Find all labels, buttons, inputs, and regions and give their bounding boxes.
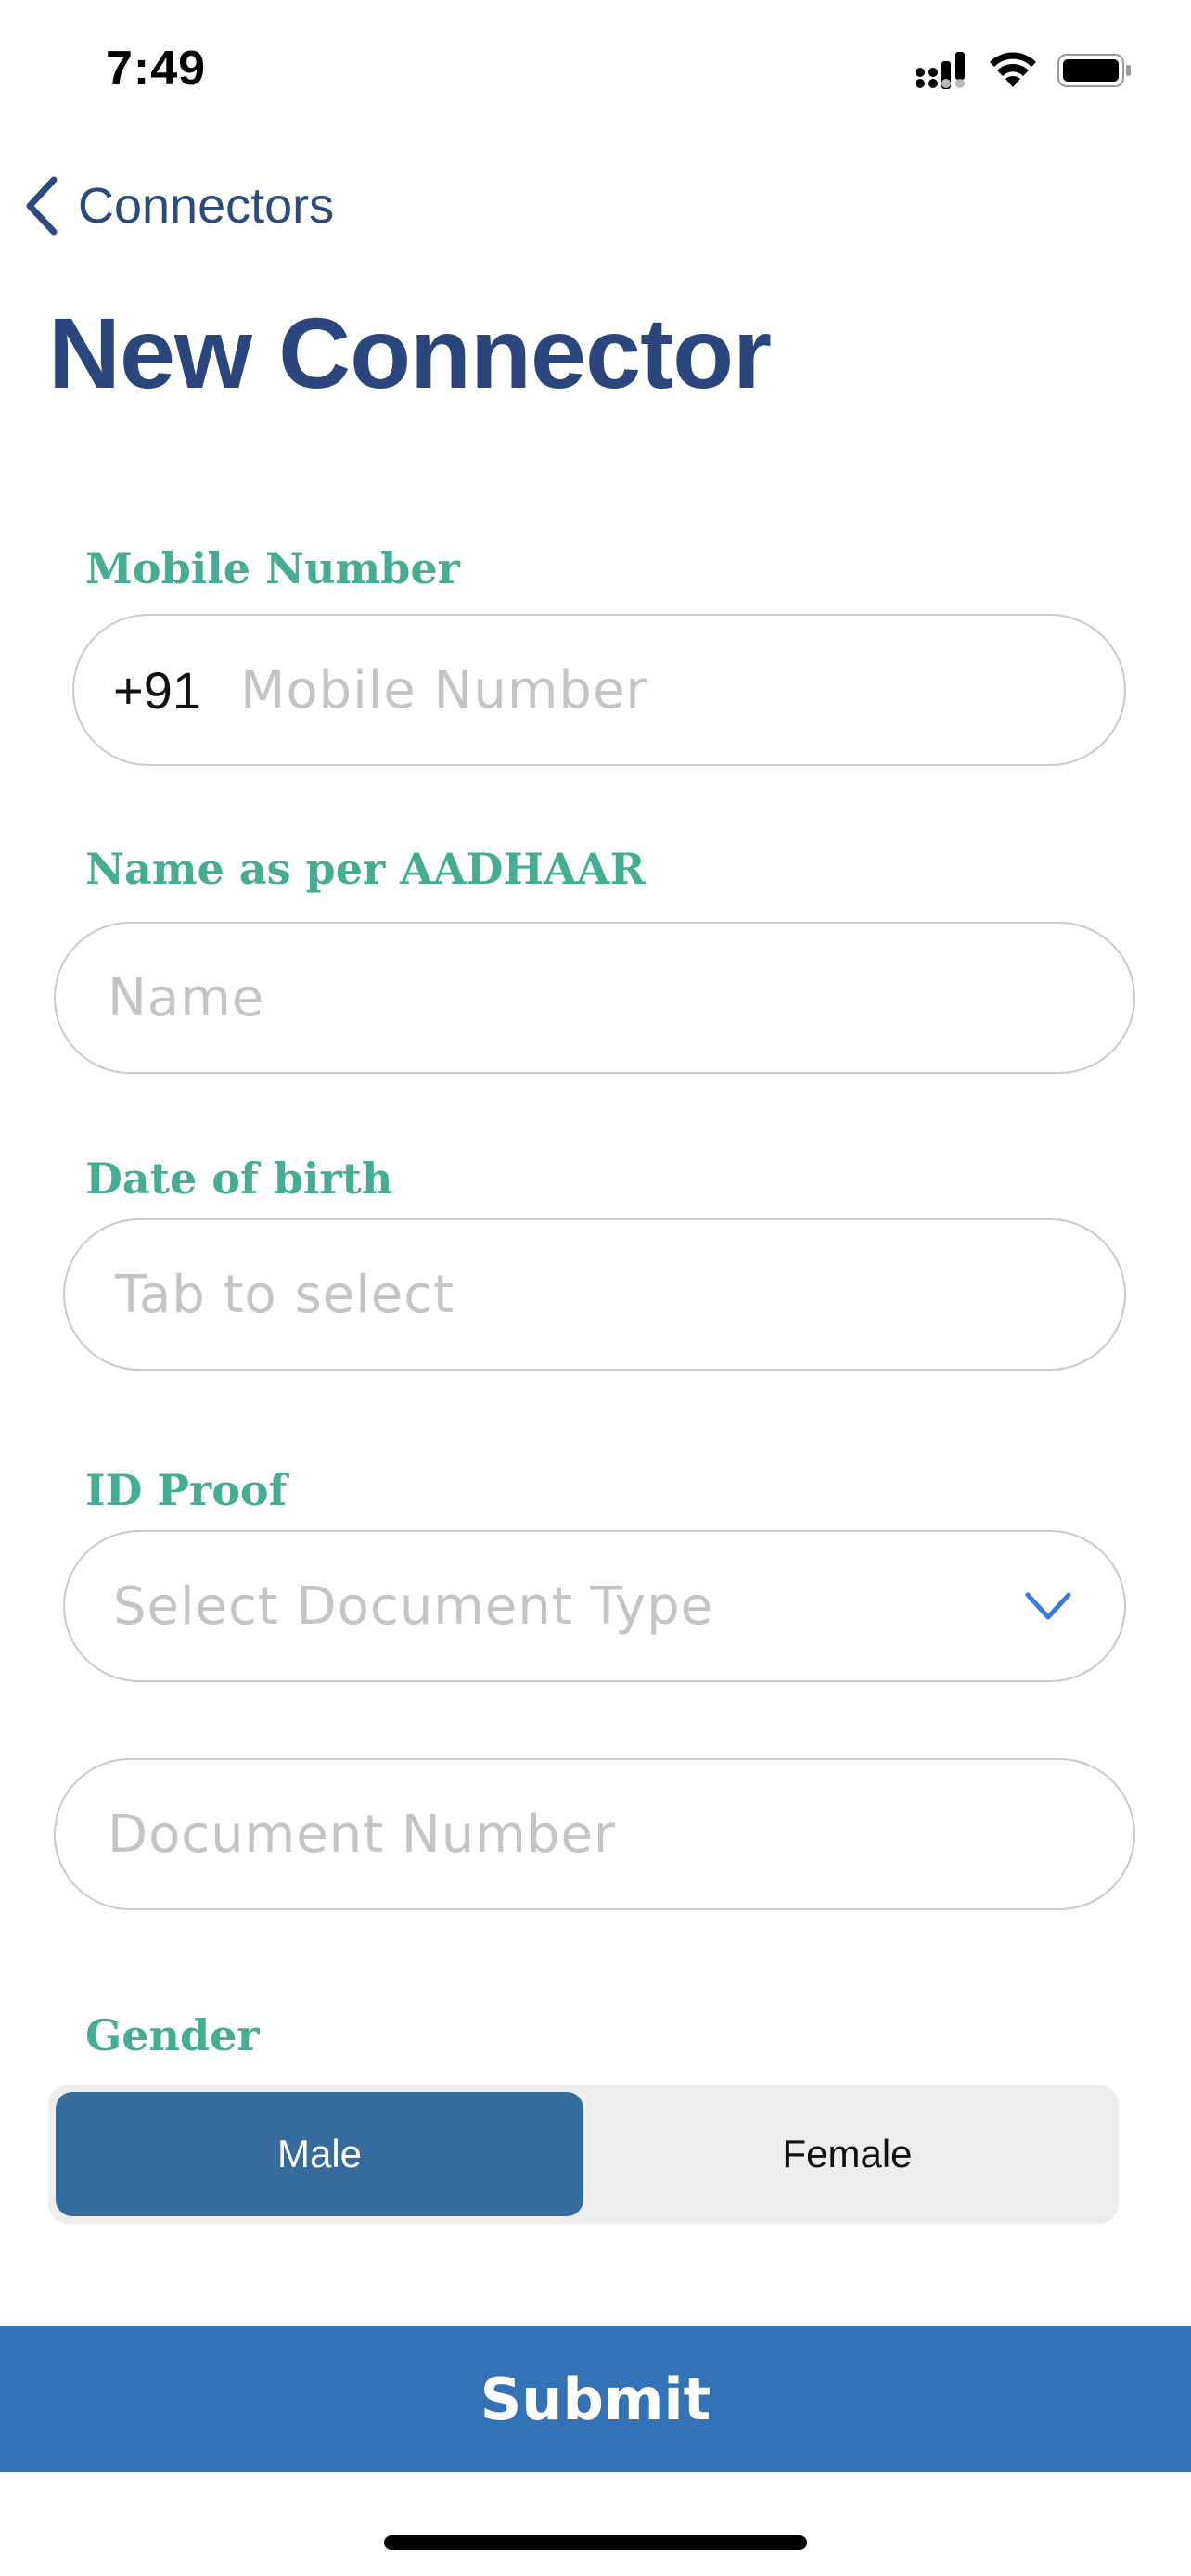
- name-label: Name as per AADHAAR: [85, 844, 646, 894]
- cellular-signal-icon: [916, 52, 965, 89]
- screen: 7:49 Connectors New Connector Mobile Num…: [0, 0, 1191, 2576]
- home-indicator: [384, 2535, 807, 2550]
- name-field: [54, 922, 1135, 1074]
- dob-field[interactable]: [63, 1218, 1126, 1371]
- back-button[interactable]: Connectors: [24, 176, 334, 236]
- gender-option-female[interactable]: Female: [583, 2092, 1111, 2216]
- gender-label: Gender: [85, 2010, 260, 2060]
- chevron-left-icon: [26, 176, 58, 236]
- document-number-input[interactable]: [106, 1803, 1133, 1866]
- back-label: Connectors: [78, 178, 335, 234]
- country-code-prefix: +91: [113, 660, 201, 720]
- mobile-input[interactable]: [238, 658, 1124, 721]
- document-number-field: [54, 1758, 1135, 1910]
- document-type-select[interactable]: Select Document Type: [63, 1530, 1126, 1682]
- mobile-label: Mobile Number: [85, 543, 460, 593]
- dob-input[interactable]: [113, 1263, 1124, 1326]
- wifi-icon: [990, 52, 1036, 87]
- chevron-down-icon: [1025, 1592, 1071, 1620]
- status-icons: [915, 52, 1132, 89]
- name-input[interactable]: [106, 966, 1133, 1029]
- status-time: 7:49: [106, 42, 207, 96]
- gender-segmented-control: Male Female: [48, 2085, 1119, 2224]
- document-type-placeholder: Select Document Type: [113, 1575, 714, 1637]
- battery-icon: [1057, 54, 1131, 87]
- dob-label: Date of birth: [85, 1154, 393, 1204]
- mobile-field: +91: [72, 614, 1126, 766]
- page-title: New Connector: [48, 297, 772, 409]
- id-proof-label: ID Proof: [85, 1465, 288, 1515]
- submit-button[interactable]: Submit: [0, 2326, 1191, 2472]
- gender-option-male[interactable]: Male: [56, 2092, 583, 2216]
